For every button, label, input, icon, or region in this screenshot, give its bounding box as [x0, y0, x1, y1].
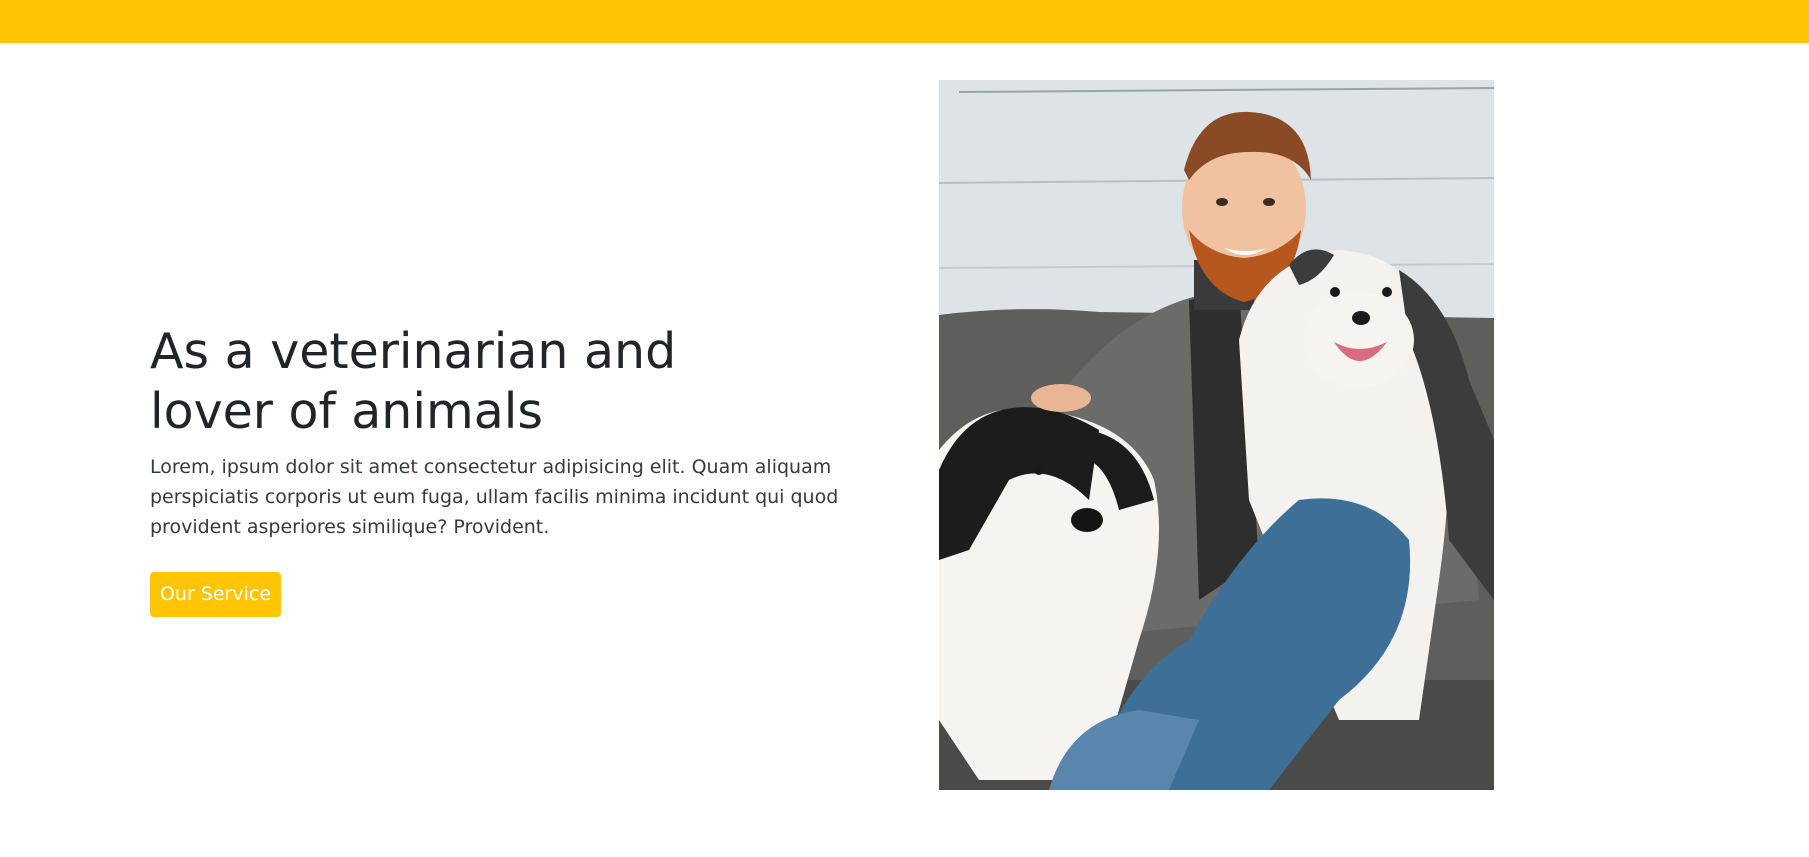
hero-description: Lorem, ipsum dolor sit amet consectetur … [150, 456, 839, 538]
hero-title: As a veterinarian and lover of animals [150, 323, 677, 440]
hero-photo-vet-with-dogs [939, 80, 1494, 790]
top-accent-bar [0, 0, 1809, 43]
photo-illustration [939, 80, 1494, 790]
hero-text-block: As a veterinarian and lover of animals L… [150, 322, 895, 542]
our-service-button[interactable]: Our Service [150, 572, 281, 617]
